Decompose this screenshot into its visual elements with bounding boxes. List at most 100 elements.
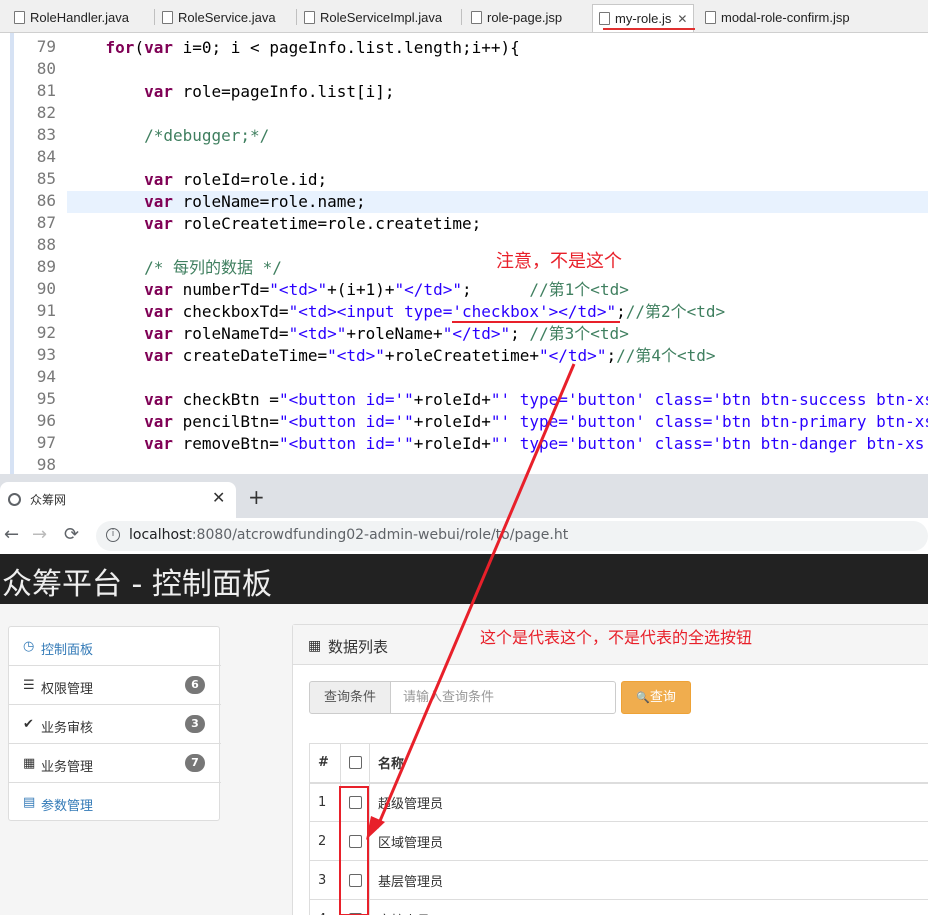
jsp-file-icon	[471, 11, 482, 25]
line-number: 84	[36, 147, 56, 166]
row-checkbox[interactable]	[349, 873, 362, 887]
select-all-checkbox[interactable]	[349, 756, 362, 770]
java-file-icon	[162, 11, 173, 25]
address-bar-row: ← → ⟳ i localhost:8080/atcrowdfunding02-…	[0, 518, 928, 554]
list-alt-icon: ▤	[23, 795, 36, 810]
sidebar-item-params[interactable]: ▤ 参数管理	[9, 783, 221, 822]
site-info-icon[interactable]: i	[106, 528, 120, 542]
code-line[interactable]: var removeBtn="<button id='"+roleId+"' t…	[67, 433, 928, 455]
line-number: 79	[36, 37, 56, 56]
back-icon[interactable]: ←	[4, 524, 19, 545]
code-line[interactable]	[67, 59, 928, 81]
tab-role-page-jsp[interactable]: role-page.jsp	[471, 5, 562, 31]
row-checkbox-cell	[340, 899, 370, 915]
sidebar-item-business[interactable]: ▦ 业务管理 7	[9, 744, 221, 783]
row-checkbox-cell	[340, 821, 370, 861]
row-checkbox[interactable]	[349, 834, 362, 848]
code-line[interactable]: var role=pageInfo.list[i];	[67, 81, 928, 103]
page-body: ◷ 控制面板 ☰ 权限管理 6 ✔ 业务审核 3 ▦ 业务管理 7 ▤ 参数管理 ▦ 数据列表 …	[0, 604, 928, 915]
row-checkbox[interactable]	[349, 795, 362, 809]
line-number: 93	[36, 345, 56, 364]
browser-tab-bar: 众筹网 ✕ +	[0, 474, 928, 518]
browser-tab[interactable]: 众筹网 ✕	[0, 482, 236, 518]
code-editor: RoleHandler.java RoleService.java RoleSe…	[0, 0, 928, 474]
row-number: 4	[309, 899, 341, 915]
table-header-row: # 名称	[309, 743, 928, 784]
address-bar[interactable]: i localhost:8080/atcrowdfunding02-admin-…	[96, 521, 928, 551]
app-navbar: 众筹平台 - 控制面板	[0, 554, 928, 604]
sidebar-item-dashboard[interactable]: ◷ 控制面板	[9, 627, 221, 666]
code-line[interactable]: var roleNameTd="<td>"+roleName+"</td>"; …	[67, 323, 928, 345]
line-number: 81	[36, 81, 56, 100]
code-line[interactable]: var checkboxTd="<td><input type='checkbo…	[67, 301, 928, 323]
new-tab-icon[interactable]: +	[248, 485, 265, 509]
column-header-name: 名称	[369, 743, 928, 784]
browser-tab-title: 众筹网	[30, 493, 67, 507]
tab-roleserviceimpl-java[interactable]: RoleServiceImpl.java	[304, 5, 442, 31]
tab-modal-role-confirm-jsp[interactable]: modal-role-confirm.jsp	[705, 5, 850, 31]
reload-icon[interactable]: ⟳	[64, 524, 79, 545]
line-number: 97	[36, 433, 56, 452]
code-line-current[interactable]: var roleName=role.name;	[67, 191, 928, 213]
code-line[interactable]: /*debugger;*/	[67, 125, 928, 147]
line-number: 82	[36, 103, 56, 122]
java-file-icon	[304, 11, 315, 25]
search-icon: 🔍	[636, 691, 650, 704]
tab-rolehandler-java[interactable]: RoleHandler.java	[14, 5, 129, 31]
count-badge: 7	[185, 754, 205, 772]
line-number: 98	[36, 455, 56, 474]
jsp-file-icon	[705, 11, 716, 25]
code-line[interactable]: var roleId=role.id;	[67, 169, 928, 191]
column-header-number: #	[309, 743, 341, 784]
count-badge: 6	[185, 676, 205, 694]
table-row: 3 基层管理员	[309, 860, 928, 900]
tab-roleservice-java[interactable]: RoleService.java	[162, 5, 276, 31]
tab-separator	[296, 9, 297, 25]
close-tab-icon[interactable]: ✕	[212, 488, 225, 507]
line-number: 92	[36, 323, 56, 342]
sidebar-item-permissions[interactable]: ☰ 权限管理 6	[9, 666, 221, 705]
line-number: 87	[36, 213, 56, 232]
code-line[interactable]: var createDateTime="<td>"+roleCreatetime…	[67, 345, 928, 367]
annotation-underline	[603, 28, 695, 30]
code-line[interactable]	[67, 367, 928, 389]
sidebar: ◷ 控制面板 ☰ 权限管理 6 ✔ 业务审核 3 ▦ 业务管理 7 ▤ 参数管理	[8, 626, 221, 822]
sidebar-item-review[interactable]: ✔ 业务审核 3	[9, 705, 221, 744]
line-number: 89	[36, 257, 56, 276]
code-line[interactable]	[67, 103, 928, 125]
line-number: 86	[36, 191, 56, 210]
globe-icon	[8, 493, 21, 506]
close-icon[interactable]: ✕	[677, 12, 687, 26]
brand-title[interactable]: 众筹平台 - 控制面板	[2, 559, 272, 603]
check-icon: ✔	[23, 717, 34, 732]
query-button[interactable]: 🔍查询	[621, 681, 691, 714]
java-file-icon	[14, 11, 25, 25]
code-line[interactable]: var numberTd="<td>"+(i+1)+"</td>"; //第1个…	[67, 279, 928, 301]
code-line[interactable]: var checkBtn ="<button id='"+roleId+"' t…	[67, 389, 928, 411]
url-text[interactable]: localhost:8080/atcrowdfunding02-admin-we…	[129, 527, 568, 543]
line-number: 88	[36, 235, 56, 254]
code-line[interactable]: var roleCreatetime=role.createtime;	[67, 213, 928, 235]
table-row: 4 审核人员	[309, 899, 928, 915]
code-line[interactable]: for(var i=0; i < pageInfo.list.length;i+…	[67, 37, 928, 59]
row-number: 1	[309, 782, 341, 822]
query-input[interactable]	[390, 681, 616, 714]
line-number: 85	[36, 169, 56, 188]
role-table: # 名称 1 超级管理员 2 区域管理员 3 基层管理员	[309, 743, 928, 915]
annotation-not-this: 注意，不是这个	[496, 251, 622, 272]
forward-icon[interactable]: →	[32, 524, 47, 545]
grid-icon: ▦	[23, 756, 36, 771]
row-checkbox-cell	[340, 782, 370, 822]
line-number: 96	[36, 411, 56, 430]
line-number: 91	[36, 301, 56, 320]
line-number: 83	[36, 125, 56, 144]
count-badge: 3	[185, 715, 205, 733]
code-line[interactable]: var pencilBtn="<button id='"+roleId+"' t…	[67, 411, 928, 433]
code-line[interactable]	[67, 455, 928, 474]
code-line[interactable]	[67, 147, 928, 169]
table-row: 1 超级管理员	[309, 782, 928, 822]
screenshot-root: { "ide": { "tabs": [ {"label": "RoleHand…	[0, 0, 928, 915]
tab-separator	[154, 9, 155, 25]
data-panel: ▦ 数据列表 查询条件 🔍查询 # 名称 1 超级管理员 2	[292, 624, 928, 915]
dashboard-icon: ◷	[23, 639, 35, 654]
